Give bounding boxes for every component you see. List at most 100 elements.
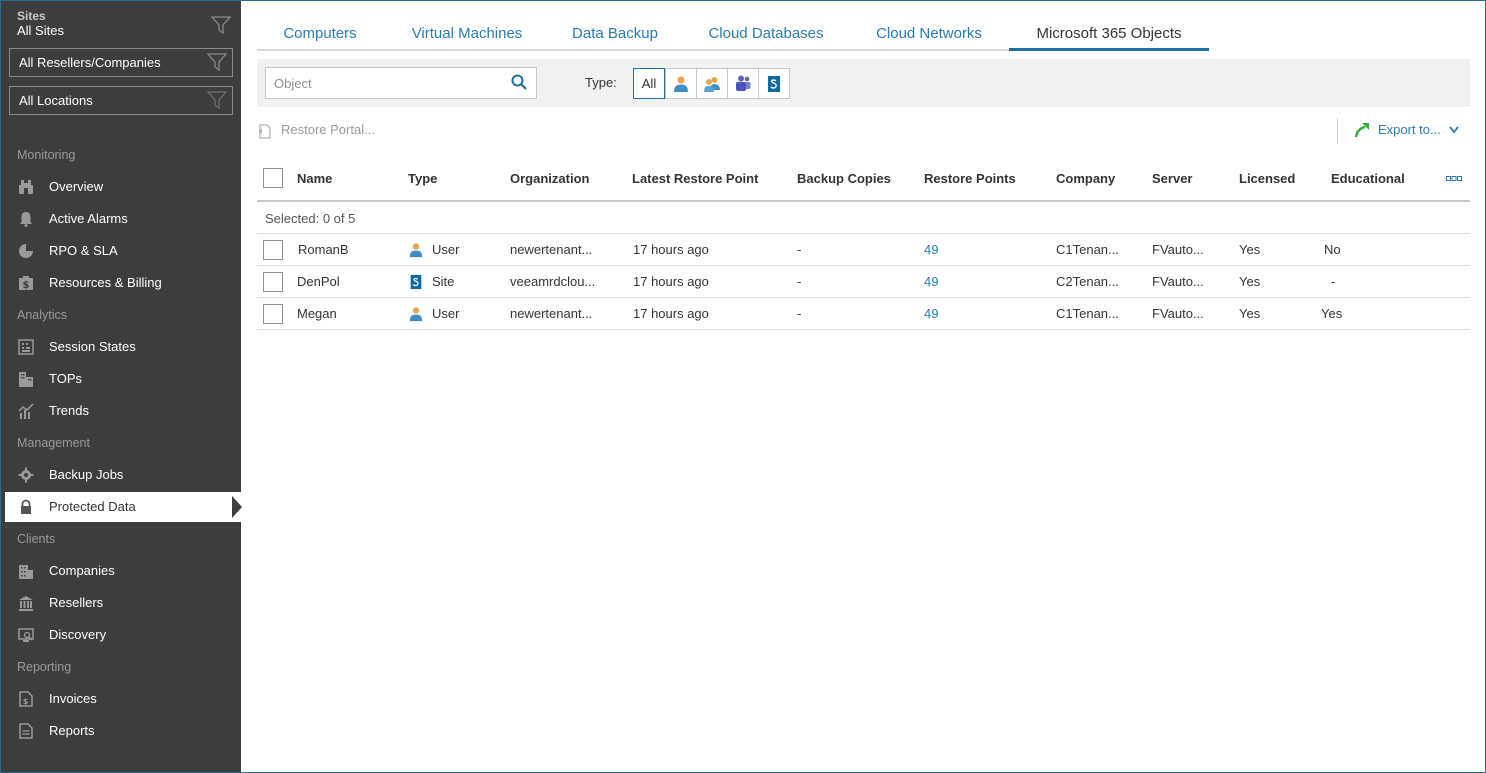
nav-group-analytics: Analytics — [17, 308, 68, 322]
sidebar-item-resources-billing[interactable]: $ Resources & Billing — [5, 268, 241, 298]
column-header-latest-restore-point[interactable]: Latest Restore Point — [632, 171, 758, 186]
tab-data-backup[interactable]: Data Backup — [553, 18, 677, 50]
type-all-button[interactable]: All — [633, 68, 665, 99]
sidebar-item-label: Resources & Billing — [49, 275, 162, 290]
column-chooser-icon[interactable] — [1446, 176, 1462, 182]
export-label: Export to... — [1378, 122, 1441, 137]
funnel-icon — [207, 53, 227, 72]
cell-restore-points-link[interactable]: 49 — [924, 274, 938, 289]
row-checkbox[interactable] — [263, 304, 283, 324]
cell-restore-points-link[interactable]: 49 — [924, 242, 938, 257]
sidebar-item-invoices[interactable]: $ Invoices — [5, 684, 241, 714]
sites-value: All Sites — [17, 23, 64, 38]
search-icon[interactable] — [511, 74, 527, 90]
cell-educational: Yes — [1321, 306, 1343, 321]
column-header-type[interactable]: Type — [408, 171, 437, 186]
column-header-name[interactable]: Name — [297, 171, 332, 186]
tab-computers[interactable]: Computers — [257, 18, 383, 50]
cell-type: User — [408, 242, 459, 258]
column-header-backup-copies[interactable]: Backup Copies — [797, 171, 891, 186]
users-group-icon — [704, 77, 720, 92]
table-row[interactable]: DenPol Site veeamrdclou... 17 hours ago … — [257, 266, 1470, 298]
svg-text:$: $ — [23, 697, 29, 706]
sites-label: Sites — [17, 9, 46, 23]
row-checkbox[interactable] — [263, 240, 283, 260]
sidebar-item-companies[interactable]: Companies — [5, 556, 241, 586]
column-header-organization[interactable]: Organization — [510, 171, 589, 186]
selection-count: Selected: 0 of 5 — [265, 211, 356, 226]
tab-cloud-networks[interactable]: Cloud Networks — [855, 18, 1003, 50]
type-user-button[interactable] — [665, 68, 697, 99]
locations-dropdown[interactable]: All Locations — [9, 86, 233, 115]
cell-name: RomanB — [298, 242, 349, 257]
cell-restore-points-link[interactable]: 49 — [924, 306, 938, 321]
sidebar-item-tops[interactable]: TOPs — [5, 364, 241, 394]
cell-name: DenPol — [297, 274, 340, 289]
tab-virtual-machines[interactable]: Virtual Machines — [391, 18, 543, 50]
column-header-company[interactable]: Company — [1056, 171, 1115, 186]
sidebar-item-label: Protected Data — [49, 499, 136, 514]
sidebar-item-label: Backup Jobs — [49, 467, 124, 482]
funnel-icon[interactable] — [211, 15, 231, 35]
tab-cloud-databases[interactable]: Cloud Databases — [689, 18, 843, 50]
column-header-server[interactable]: Server — [1152, 171, 1192, 186]
cell-type: Site — [408, 274, 454, 290]
sidebar-item-rpo-sla[interactable]: RPO & SLA — [5, 236, 241, 266]
sidebar-item-overview[interactable]: Overview — [5, 172, 241, 202]
object-tabs: Computers Virtual Machines Data Backup C… — [257, 18, 1209, 52]
sidebar-item-label: Overview — [49, 179, 104, 194]
sidebar-item-session-states[interactable]: Session States — [5, 332, 241, 362]
restore-portal-button[interactable]: Restore Portal... — [257, 122, 375, 139]
sidebar-item-active-alarms[interactable]: Active Alarms — [5, 204, 241, 234]
cell-type: User — [408, 306, 459, 322]
nav-group-monitoring: Monitoring — [17, 148, 76, 162]
restore-icon — [258, 124, 271, 139]
type-teams-button[interactable] — [727, 68, 759, 99]
sidebar-item-backup-jobs[interactable]: Backup Jobs — [5, 460, 241, 490]
cell-backup-copies: - — [797, 306, 802, 321]
export-button[interactable]: Export to... — [1354, 122, 1459, 138]
row-checkbox[interactable] — [263, 272, 283, 292]
cell-educational: No — [1324, 242, 1341, 257]
nav-group-reporting: Reporting — [17, 660, 72, 674]
column-header-educational[interactable]: Educational — [1331, 171, 1405, 186]
trend-icon — [18, 403, 34, 419]
sidebar-item-trends[interactable]: Trends — [5, 396, 241, 426]
cell-licensed: Yes — [1239, 274, 1261, 289]
cell-server: FVauto... — [1152, 306, 1204, 321]
teams-icon — [736, 75, 751, 91]
sidebar-item-label: Session States — [49, 339, 136, 354]
table-row[interactable]: RomanB User newertenant... 17 hours ago … — [257, 234, 1470, 266]
tab-microsoft-365-objects[interactable]: Microsoft 365 Objects — [1009, 18, 1209, 51]
protected-objects-table: Name Type Organization Latest Restore Po… — [257, 160, 1470, 330]
select-all-checkbox[interactable] — [263, 168, 283, 188]
sites-filter[interactable]: Sites All Sites — [17, 9, 233, 43]
sidebar-item-reports[interactable]: Reports — [5, 716, 241, 746]
cell-organization: newertenant... — [510, 306, 593, 321]
type-filter-label: Type: — [585, 75, 617, 90]
chevron-down-icon — [1449, 126, 1459, 134]
column-header-licensed[interactable]: Licensed — [1239, 171, 1295, 186]
cell-company: C1Tenan... — [1056, 242, 1119, 257]
funnel-icon — [207, 91, 227, 110]
object-search-input[interactable] — [265, 67, 537, 99]
sidebar-item-resellers[interactable]: Resellers — [5, 588, 241, 618]
table-row[interactable]: Megan User newertenant... 17 hours ago -… — [257, 298, 1470, 330]
sidebar-item-discovery[interactable]: Discovery — [5, 620, 241, 650]
restore-portal-label: Restore Portal... — [281, 122, 375, 137]
cell-server: FVauto... — [1152, 274, 1204, 289]
sidebar-item-label: Reports — [49, 723, 95, 738]
svg-text:$: $ — [23, 280, 30, 291]
sidebar-item-protected-data[interactable]: Protected Data — [5, 492, 242, 522]
cell-latest-restore-point: 17 hours ago — [633, 274, 709, 289]
column-header-restore-points[interactable]: Restore Points — [924, 171, 1016, 186]
buildings-icon — [19, 372, 33, 387]
cell-company: C1Tenan... — [1056, 306, 1119, 321]
sidebar-item-label: Discovery — [49, 627, 107, 642]
resellers-dropdown[interactable]: All Resellers/Companies — [9, 48, 233, 77]
type-group-button[interactable] — [696, 68, 728, 99]
cell-latest-restore-point: 17 hours ago — [633, 306, 709, 321]
cell-licensed: Yes — [1239, 306, 1261, 321]
nav-group-management: Management — [17, 436, 90, 450]
type-site-button[interactable] — [758, 68, 790, 99]
